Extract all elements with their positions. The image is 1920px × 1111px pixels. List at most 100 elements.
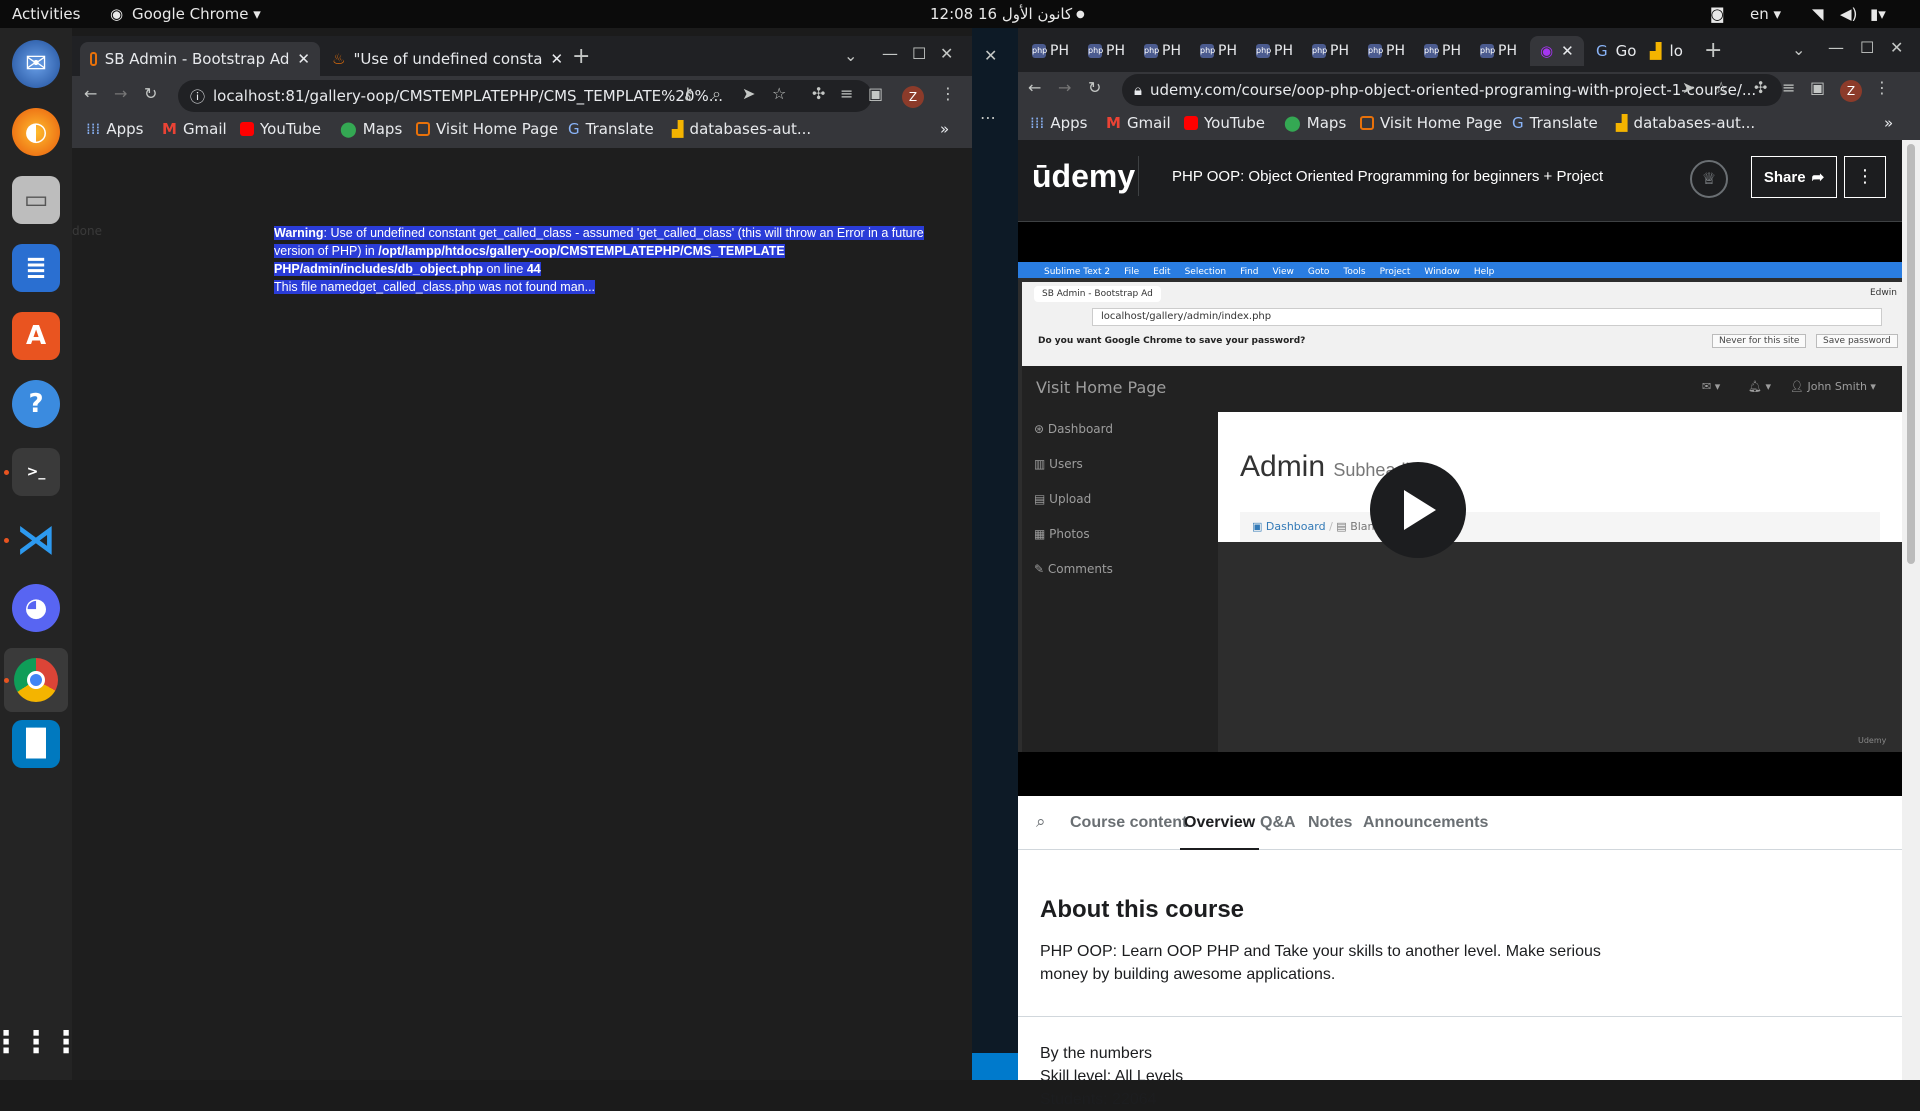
back-icon[interactable]: ← [84, 84, 97, 103]
bookmarks-overflow-icon[interactable]: » [940, 114, 949, 144]
wifi-icon[interactable]: ◥ [1812, 5, 1824, 23]
reload-icon[interactable]: ↻ [1088, 78, 1101, 97]
close-tab-icon[interactable]: ✕ [550, 50, 562, 68]
tab-php-doc[interactable]: php PH [1476, 36, 1530, 66]
app-menu[interactable]: Google Chrome ▾ [132, 5, 261, 23]
profile-avatar[interactable]: Z [902, 86, 924, 108]
bookmark-gmail[interactable]: M Gmail [162, 114, 227, 144]
tab-sb-admin[interactable]: SB Admin - Bootstrap Ad ✕ [80, 42, 320, 76]
address-bar[interactable]: ⓘ localhost:81/gallery-oop/CMSTEMPLATEPH… [178, 80, 872, 112]
forward-icon[interactable]: → [1058, 78, 1071, 97]
more-icon[interactable]: ⋯ [980, 108, 996, 127]
bookmark-youtube[interactable]: YouTube [240, 114, 321, 144]
terminal-icon[interactable]: >_ [12, 448, 60, 496]
tab-php-doc[interactable]: php PH [1140, 36, 1194, 66]
bookmark-maps[interactable]: ⬤ Maps [1284, 108, 1346, 138]
close-tab-icon[interactable]: ✕ [1561, 42, 1574, 60]
profile-avatar[interactable]: Z [1840, 80, 1862, 102]
tab-php-doc[interactable]: php PH [1420, 36, 1474, 66]
software-center-icon[interactable]: A [12, 312, 60, 360]
tab-undefined-constant[interactable]: ♨ "Use of undefined consta ✕ [322, 42, 562, 76]
udemy-logo[interactable]: ūdemy [1032, 158, 1135, 195]
tab-php-doc[interactable]: php PH [1364, 36, 1418, 66]
tab-udemy-active[interactable]: ◉ ✕ [1530, 36, 1584, 66]
chrome-menu-icon[interactable]: ⋮ [1874, 78, 1890, 97]
side-panel-icon[interactable]: ▣ [868, 84, 883, 103]
trophy-icon[interactable]: ♕ [1690, 160, 1728, 198]
tab-search-icon[interactable]: ⌄ [844, 46, 857, 65]
minimize-icon[interactable]: — [882, 44, 898, 63]
tab-go[interactable]: G Go [1586, 36, 1638, 66]
share-button[interactable]: Share ➦ [1751, 156, 1837, 198]
chrome-dock-active[interactable] [4, 648, 68, 712]
bookmark-maps[interactable]: ⬤ Maps [340, 114, 402, 144]
discord-icon[interactable]: ◕ [12, 584, 60, 632]
send-icon[interactable]: ➤ [1682, 78, 1695, 97]
bookmark-youtube[interactable]: YouTube [1184, 108, 1265, 138]
bookmark-gmail[interactable]: M Gmail [1106, 108, 1171, 138]
scrollbar[interactable] [1902, 140, 1920, 1080]
writer-icon[interactable]: ≣ [12, 244, 60, 292]
notification-bell-icon[interactable] [972, 1053, 1018, 1080]
clock[interactable]: 12:08 كانون الأول 16 [930, 5, 1072, 23]
bookmark-visit-home[interactable]: Visit Home Page [1360, 108, 1502, 138]
key-icon[interactable]: ⚷ [682, 84, 694, 103]
scrollbar-thumb[interactable] [1907, 144, 1915, 564]
language-indicator[interactable]: en ▾ [1750, 5, 1781, 23]
minimize-icon[interactable]: — [1828, 38, 1844, 57]
tab-php-doc[interactable]: php PH [1252, 36, 1306, 66]
zoom-icon[interactable]: ⌕ [712, 84, 721, 104]
tab-php-doc[interactable]: php PH [1028, 36, 1082, 66]
course-tab[interactable]: Notes [1308, 796, 1352, 850]
new-tab-icon[interactable]: + [572, 44, 590, 69]
maximize-icon[interactable]: ☐ [1860, 38, 1874, 57]
vscode-icon[interactable]: ⋊ [12, 516, 60, 564]
close-window-icon[interactable]: ✕ [940, 44, 953, 63]
back-icon[interactable]: ← [1028, 78, 1041, 97]
close-icon[interactable]: ✕ [984, 46, 997, 65]
course-tab[interactable]: Overview [1180, 796, 1260, 850]
course-tab[interactable]: Announcements [1363, 796, 1488, 850]
close-window-icon[interactable]: ✕ [1890, 38, 1903, 57]
course-tab[interactable]: Course content [1070, 796, 1187, 850]
show-apps-icon[interactable]: ⋮⋮⋮ [0, 1018, 81, 1066]
course-tab[interactable]: Q&A [1260, 796, 1296, 850]
site-info-icon[interactable]: ⓘ [190, 86, 205, 107]
more-options-icon[interactable]: ⋮ [1844, 156, 1886, 198]
thunderbird-icon[interactable]: ✉ [12, 40, 60, 88]
help-icon[interactable]: ? [12, 380, 60, 428]
bookmark-visit-home[interactable]: Visit Home Page [416, 114, 558, 144]
bookmark-databases[interactable]: ▟ databases-aut... [672, 114, 811, 144]
play-button[interactable] [1370, 462, 1466, 558]
chrome-menu-icon[interactable]: ⋮ [940, 84, 956, 103]
reload-icon[interactable]: ↻ [144, 84, 157, 103]
new-tab-icon[interactable]: + [1704, 38, 1722, 63]
bookmark-star-icon[interactable]: ☆ [772, 84, 786, 103]
tab-php-doc[interactable]: php PH [1084, 36, 1138, 66]
search-icon[interactable]: ⌕ [1036, 812, 1046, 832]
extensions-icon[interactable]: ✣ [1754, 78, 1767, 97]
firefox-icon[interactable]: ◐ [12, 108, 60, 156]
tab-lo[interactable]: ▟ lo [1640, 36, 1690, 66]
tab-php-doc[interactable]: php PH [1196, 36, 1250, 66]
trello-icon[interactable]: ▐▌ [12, 720, 60, 768]
battery-icon[interactable]: ▮▾ [1870, 5, 1886, 23]
bookmarks-overflow-icon[interactable]: » [1884, 108, 1893, 138]
close-tab-icon[interactable]: ✕ [297, 50, 310, 68]
forward-icon[interactable]: → [114, 84, 127, 103]
media-icon[interactable]: ≡ [1782, 78, 1795, 97]
bookmark-translate[interactable]: G Translate [1512, 108, 1598, 138]
course-title[interactable]: PHP OOP: Object Oriented Programming for… [1172, 168, 1603, 185]
bookmark-databases[interactable]: ▟ databases-aut... [1616, 108, 1755, 138]
media-icon[interactable]: ≡ [840, 84, 853, 103]
extensions-icon[interactable]: ✣ [812, 84, 825, 103]
bookmark-star-icon[interactable]: ☆ [1714, 78, 1728, 97]
files-icon[interactable]: ▭ [12, 176, 60, 224]
video-player[interactable]: Sublime Text 2 File Edit Selection Find View G… [1018, 222, 1902, 796]
side-panel-icon[interactable]: ▣ [1810, 78, 1825, 97]
bookmark-apps[interactable]: ⁞⁞⁞ Apps [1030, 108, 1087, 138]
activities-button[interactable]: Activities [12, 5, 80, 23]
bookmark-apps[interactable]: ⁞⁞⁞ Apps [86, 114, 143, 144]
send-icon[interactable]: ➤ [742, 84, 755, 103]
tab-php-doc[interactable]: php PH [1308, 36, 1362, 66]
